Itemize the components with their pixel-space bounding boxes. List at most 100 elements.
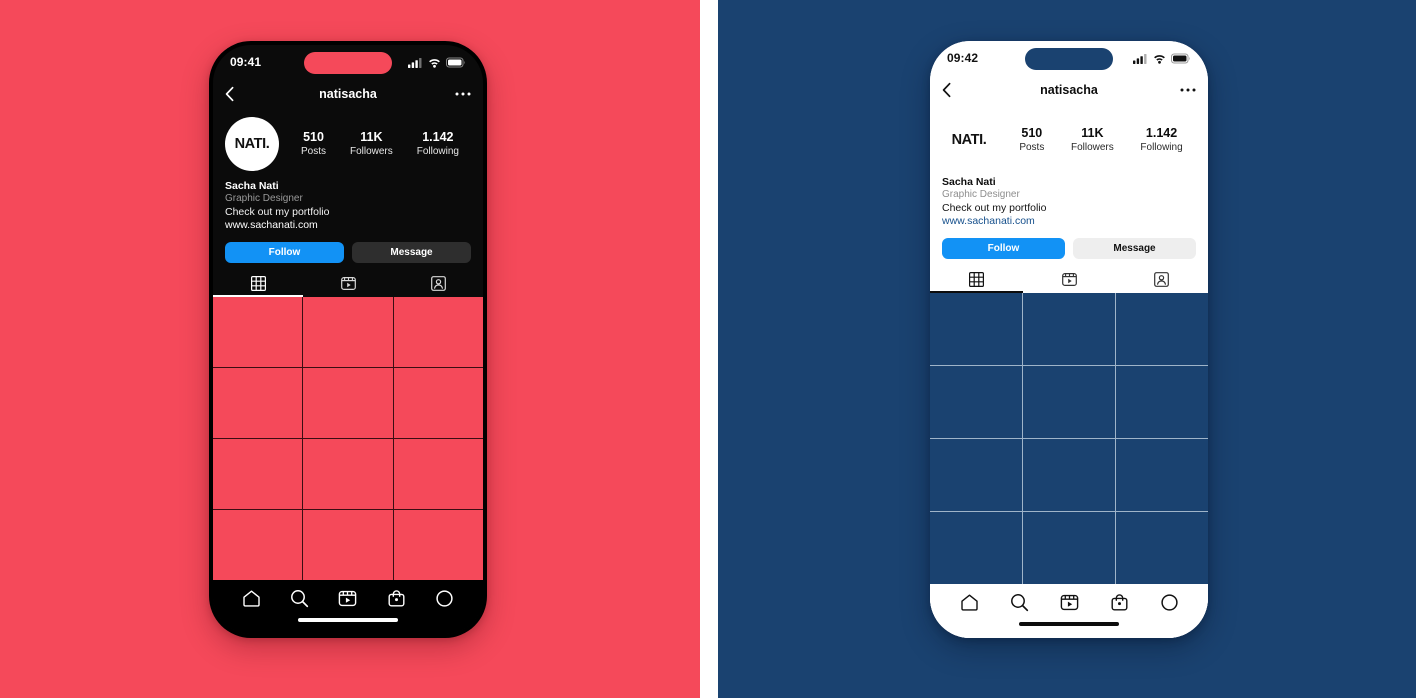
- shop-bag-icon[interactable]: [387, 589, 406, 608]
- profile-name: Sacha Nati: [225, 180, 279, 192]
- bottom-nav-icons: [930, 584, 1208, 620]
- tagged-icon: [430, 275, 446, 291]
- grid-cell[interactable]: [303, 296, 393, 367]
- grid-cell[interactable]: [930, 438, 1022, 511]
- tab-reels[interactable]: [303, 272, 393, 297]
- stat-posts[interactable]: 510 Posts: [301, 130, 326, 157]
- profile-section: NATI. 510 Posts 11K Followers 1.142 Foll…: [213, 109, 483, 263]
- grid-cell[interactable]: [1023, 438, 1115, 511]
- right-panel-navy: 09:42 natisacha NATI. 510 Posts 11K Foll…: [718, 0, 1416, 698]
- nav-header: natisacha: [930, 75, 1208, 105]
- stat-followers-label: Followers: [349, 145, 393, 157]
- bottom-nav-bar: [213, 580, 483, 634]
- stat-following-value: 1.142: [1145, 126, 1178, 141]
- grid-cell[interactable]: [393, 509, 483, 580]
- search-icon[interactable]: [1010, 593, 1029, 612]
- reels-icon[interactable]: [1060, 593, 1079, 612]
- status-bar: 09:42: [930, 41, 1208, 75]
- page-title: natisacha: [319, 87, 377, 101]
- grid-cell[interactable]: [930, 511, 1022, 584]
- grid-cell[interactable]: [393, 438, 483, 509]
- bottom-nav-bar: [930, 584, 1208, 638]
- search-icon[interactable]: [290, 589, 309, 608]
- tab-tagged[interactable]: [1115, 268, 1208, 293]
- wifi-icon: [1153, 53, 1166, 64]
- home-indicator: [298, 618, 398, 622]
- grid-cell[interactable]: [213, 367, 303, 438]
- dynamic-island: [304, 52, 392, 74]
- back-chevron-icon[interactable]: [942, 82, 951, 98]
- status-icons: [1133, 53, 1191, 64]
- wifi-icon: [428, 57, 441, 68]
- bio-text: Check out my portfolio: [942, 201, 1047, 214]
- tab-grid[interactable]: [213, 272, 303, 297]
- stat-followers-value: 11K: [1081, 126, 1104, 141]
- stat-posts[interactable]: 510 Posts: [1019, 126, 1044, 153]
- grid-cell[interactable]: [1116, 365, 1208, 438]
- stat-posts-value: 510: [1021, 126, 1043, 141]
- website-link[interactable]: www.sachanati.com: [942, 215, 1196, 228]
- status-time: 09:42: [947, 51, 979, 65]
- profile-circle-icon[interactable]: [435, 589, 454, 608]
- post-grid: [213, 296, 483, 580]
- panel-divider: [700, 0, 718, 698]
- profile-category: Graphic Designer: [942, 189, 1020, 201]
- status-time: 09:41: [230, 55, 262, 69]
- grid-cell[interactable]: [213, 438, 303, 509]
- grid-cell[interactable]: [1023, 365, 1115, 438]
- website-link[interactable]: www.sachanati.com: [225, 219, 471, 232]
- dark-phone-screen: 09:41 natisacha NATI. 510 Posts 11K Foll…: [213, 45, 483, 634]
- grid-cell[interactable]: [303, 438, 393, 509]
- more-options-icon[interactable]: [1180, 88, 1196, 93]
- grid-cell[interactable]: [1023, 292, 1115, 365]
- tab-tagged[interactable]: [393, 272, 483, 297]
- grid-cell[interactable]: [303, 509, 393, 580]
- home-icon[interactable]: [242, 589, 261, 608]
- post-grid: [930, 292, 1208, 584]
- stat-followers[interactable]: 11K Followers: [1071, 126, 1114, 153]
- message-button[interactable]: Message: [1073, 237, 1196, 259]
- back-chevron-icon[interactable]: [225, 86, 234, 102]
- bio-block: Sacha Nati Graphic Designer Check out my…: [225, 171, 471, 232]
- grid-cell[interactable]: [930, 365, 1022, 438]
- grid-cell[interactable]: [393, 367, 483, 438]
- profile-tabs: [930, 268, 1208, 293]
- reels-icon: [1061, 272, 1077, 287]
- grid-cell[interactable]: [213, 509, 303, 580]
- dark-phone-device: 09:41 natisacha NATI. 510 Posts 11K Foll…: [209, 41, 487, 638]
- grid-cell[interactable]: [1116, 438, 1208, 511]
- stat-following[interactable]: 1.142 Following: [417, 130, 459, 157]
- stat-following-label: Following: [1140, 141, 1183, 153]
- avatar[interactable]: NATI.: [942, 113, 996, 167]
- grid-cell[interactable]: [393, 296, 483, 367]
- battery-icon: [446, 57, 466, 68]
- stat-posts-label: Posts: [1019, 141, 1045, 153]
- home-indicator: [1019, 622, 1119, 626]
- message-button[interactable]: Message: [352, 241, 471, 263]
- grid-cell[interactable]: [1116, 292, 1208, 365]
- dynamic-island: [1025, 48, 1113, 70]
- reels-icon[interactable]: [338, 589, 357, 608]
- tab-grid[interactable]: [930, 268, 1023, 293]
- avatar[interactable]: NATI.: [225, 117, 279, 171]
- stat-followers[interactable]: 11K Followers: [350, 130, 393, 157]
- profile-header-row: NATI. 510 Posts 11K Followers 1.142 Foll…: [942, 105, 1196, 167]
- grid-icon: [968, 271, 984, 287]
- grid-cell[interactable]: [930, 292, 1022, 365]
- tab-reels[interactable]: [1023, 268, 1116, 293]
- grid-cell[interactable]: [213, 296, 303, 367]
- stat-following[interactable]: 1.142 Following: [1140, 126, 1182, 153]
- shop-bag-icon[interactable]: [1110, 593, 1129, 612]
- grid-cell[interactable]: [1116, 511, 1208, 584]
- cellular-bars-icon: [1133, 53, 1148, 64]
- follow-button[interactable]: Follow: [942, 237, 1065, 259]
- grid-cell[interactable]: [303, 367, 393, 438]
- home-icon[interactable]: [960, 593, 979, 612]
- stat-following-label: Following: [416, 145, 459, 157]
- grid-cell[interactable]: [1023, 511, 1115, 584]
- battery-icon: [1171, 53, 1191, 64]
- stat-posts-value: 510: [303, 130, 324, 145]
- follow-button[interactable]: Follow: [225, 241, 344, 263]
- profile-circle-icon[interactable]: [1160, 593, 1179, 612]
- more-options-icon[interactable]: [455, 92, 471, 97]
